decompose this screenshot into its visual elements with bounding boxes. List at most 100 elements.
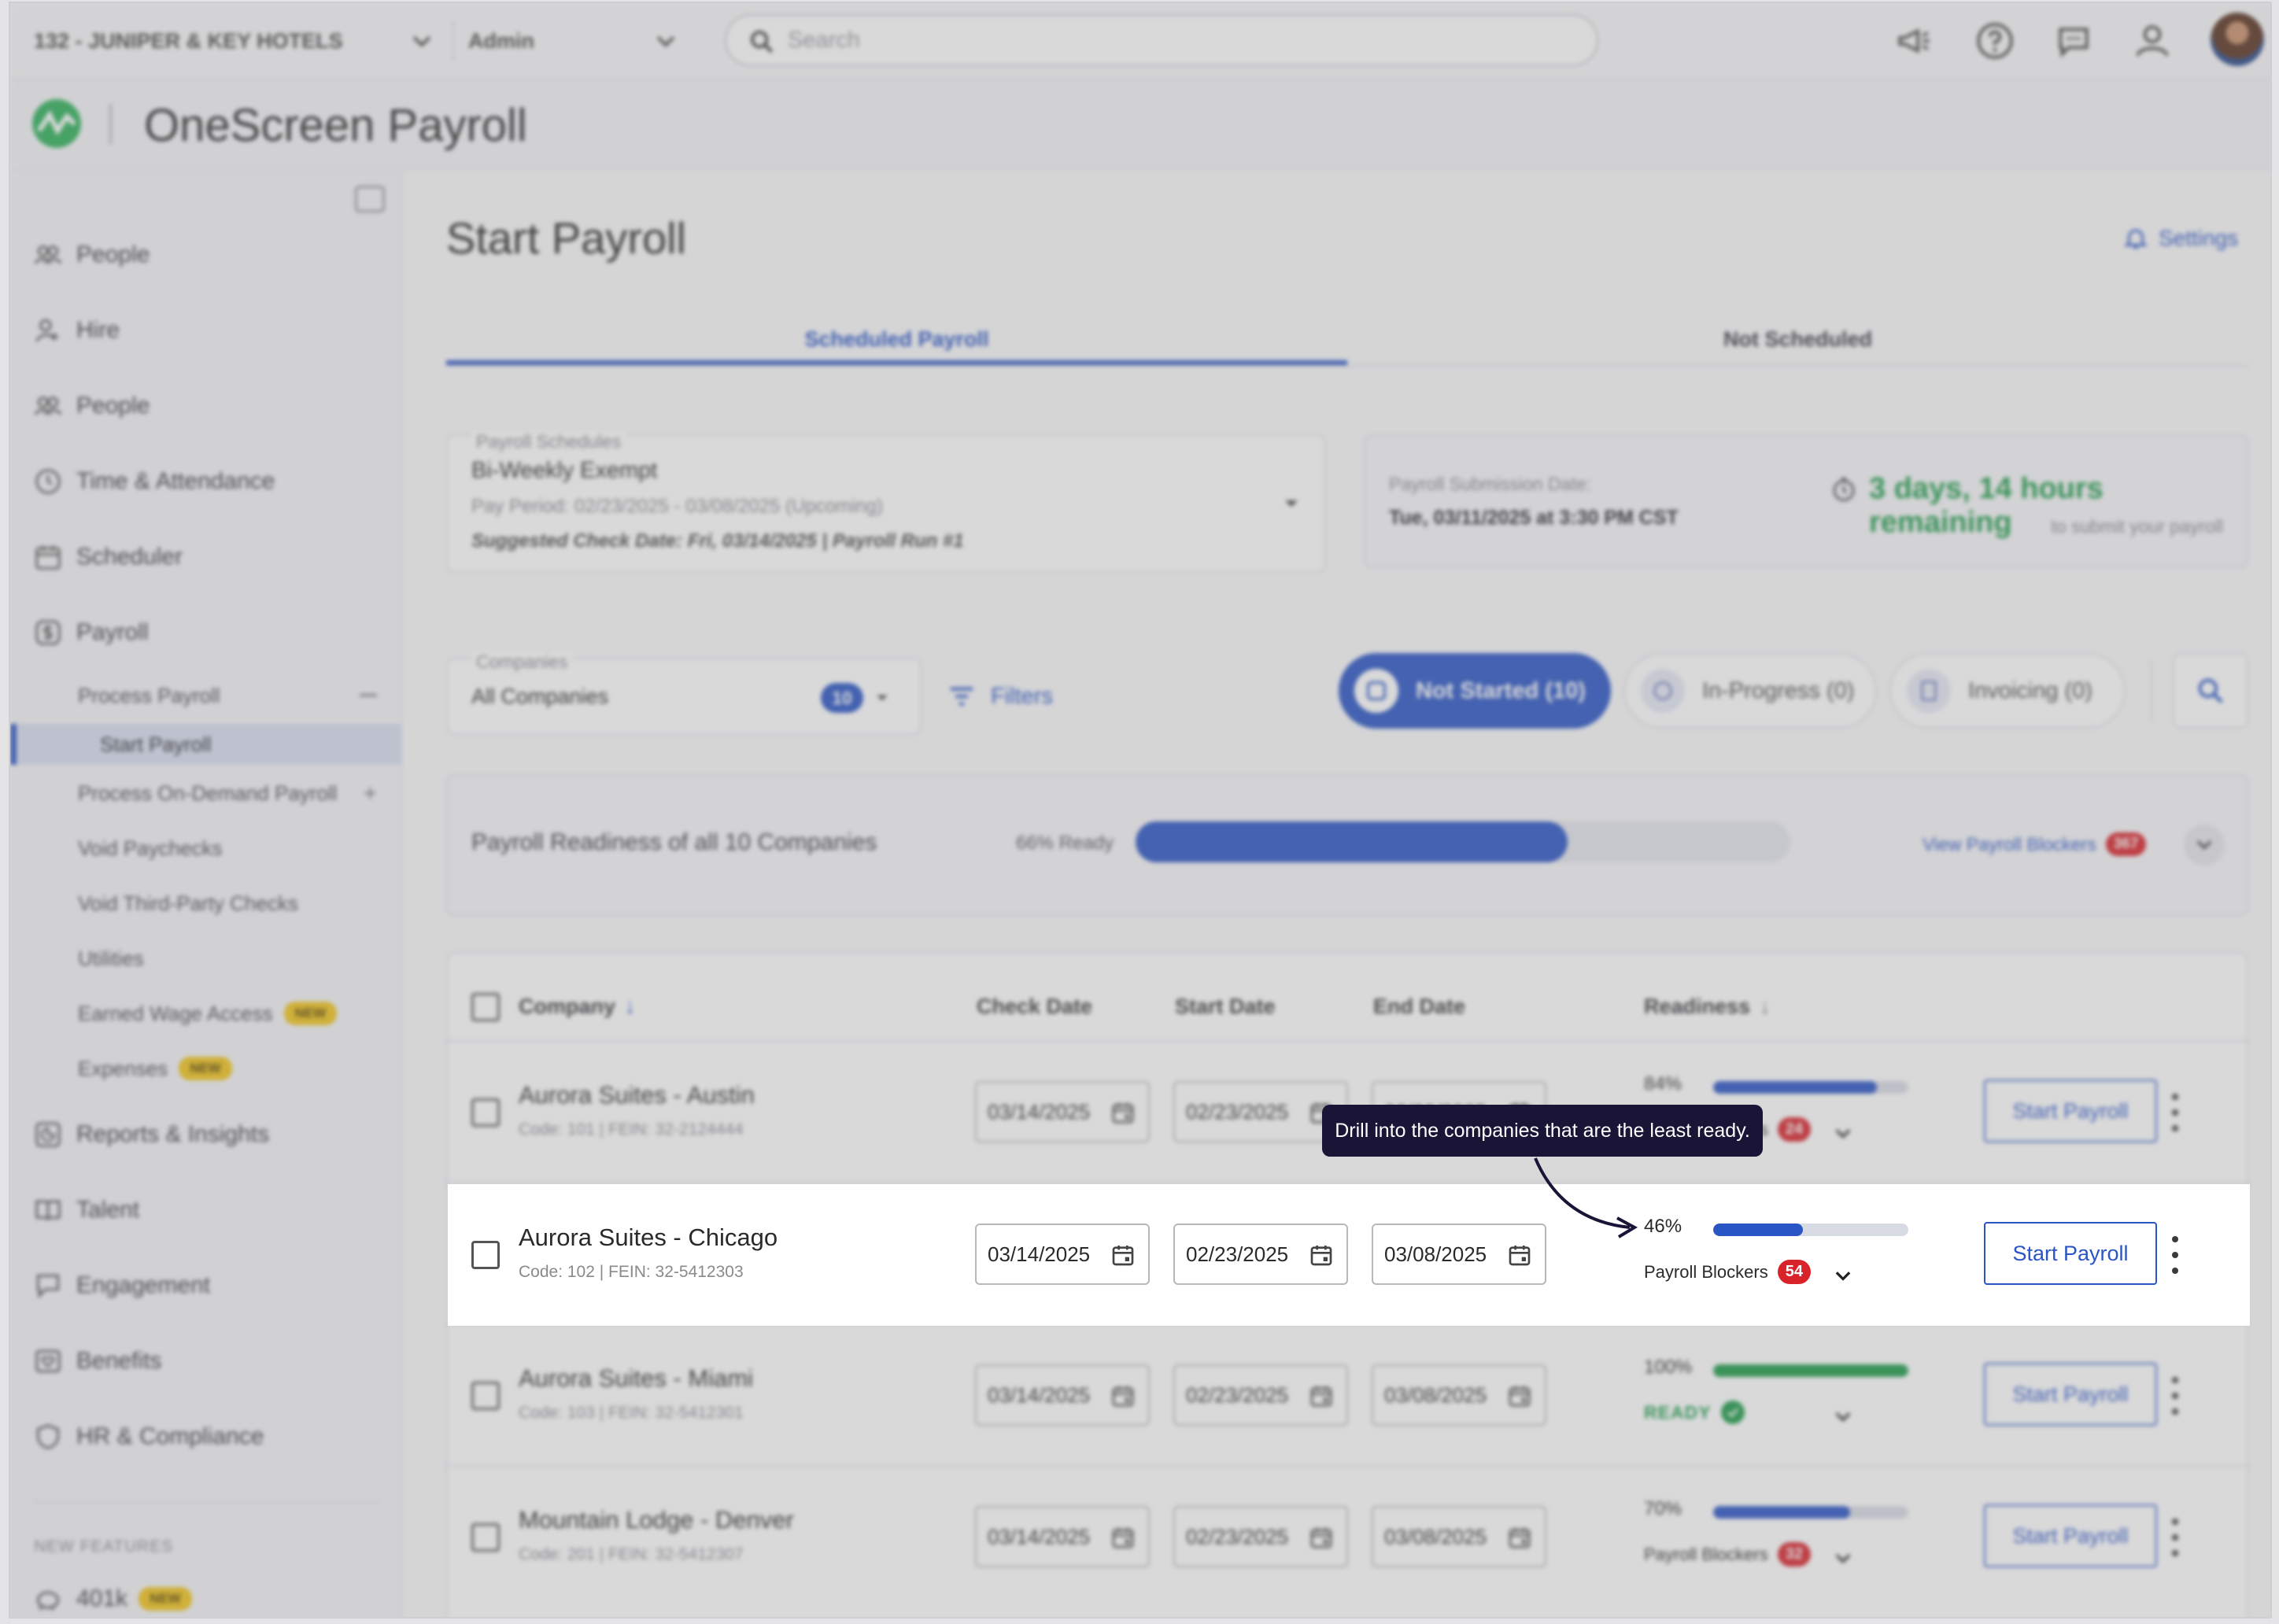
start-date-input[interactable]: 02/23/2025 [1173, 1506, 1348, 1567]
sidebar-item-label: Scheduler [76, 544, 183, 570]
collapse-minus-icon[interactable] [360, 694, 377, 696]
company-select[interactable]: 132 - JUNIPER & KEY HOTELS [34, 17, 435, 65]
sidebar-subitem-void-third-party[interactable]: Void Third-Party Checks [78, 883, 298, 924]
expand-row-button[interactable] [1825, 1541, 1861, 1577]
tab-scheduled-payroll[interactable]: Scheduled Payroll [446, 319, 1347, 365]
calendar-icon[interactable] [1110, 1525, 1136, 1550]
sidebar-subitem-start-payroll[interactable]: Start Payroll [10, 724, 402, 765]
row-checkbox[interactable] [471, 1382, 500, 1410]
sidebar-item-label: Time & Attendance [76, 468, 275, 494]
sidebar-item-hire[interactable]: Hire [32, 307, 120, 354]
sidebar-subitem-on-demand-payroll[interactable]: Process On-Demand Payroll + [78, 773, 377, 814]
calendar-icon[interactable] [1309, 1525, 1334, 1550]
more-options-icon[interactable] [2163, 1514, 2187, 1561]
end-date-input[interactable]: 03/08/2025 [1372, 1224, 1546, 1285]
calendar-icon[interactable] [1110, 1100, 1136, 1125]
sidebar-item-401k[interactable]: 401k NEW [32, 1575, 192, 1617]
start-date-input[interactable]: 02/23/2025 [1173, 1364, 1348, 1426]
select-all-checkbox[interactable] [471, 993, 500, 1021]
tab-not-scheduled[interactable]: Not Scheduled [1347, 319, 2248, 365]
check-date-input[interactable]: 03/14/2025 [975, 1364, 1150, 1426]
help-icon[interactable] [1973, 19, 2017, 63]
company-name[interactable]: Aurora Suites - Austin [519, 1081, 755, 1109]
sidebar-subitem-utilities[interactable]: Utilities [78, 938, 144, 979]
calendar-icon[interactable] [1507, 1242, 1532, 1268]
calendar-icon[interactable] [1110, 1242, 1136, 1268]
sidebar-subitem-label: Process On-Demand Payroll [78, 781, 338, 805]
end-date-input[interactable]: 03/08/2025 [1372, 1364, 1546, 1426]
sidebar-subitem-label: Start Payroll [100, 732, 212, 756]
expand-row-button[interactable] [1825, 1399, 1861, 1435]
sidebar-item-people[interactable]: People [32, 231, 150, 279]
settings-link[interactable]: Settings [2122, 225, 2238, 252]
check-date-input[interactable]: 03/14/2025 [975, 1224, 1150, 1285]
calendar-icon[interactable] [1110, 1383, 1136, 1408]
sidebar-item-time-attendance[interactable]: Time & Attendance [32, 458, 275, 505]
payroll-schedule-select[interactable]: Payroll Schedules Bi-Weekly Exempt Pay P… [446, 431, 1326, 573]
start-payroll-button[interactable]: Start Payroll [1984, 1504, 2157, 1567]
start-payroll-button[interactable]: Start Payroll [1984, 1080, 2157, 1142]
row-checkbox[interactable] [471, 1241, 500, 1269]
account-icon[interactable] [2130, 19, 2174, 63]
start-payroll-button[interactable]: Start Payroll [1984, 1222, 2157, 1285]
companies-select[interactable]: Companies All Companies 10 [446, 651, 922, 735]
payroll-blockers[interactable]: Payroll Blockers 32 [1644, 1542, 1811, 1567]
date-value: 02/23/2025 [1186, 1242, 1289, 1266]
payroll-blockers[interactable]: Payroll Blockers 54 [1644, 1260, 1811, 1284]
more-options-icon[interactable] [2163, 1089, 2187, 1136]
calendar-icon[interactable] [1309, 1383, 1334, 1408]
not-started-icon [1354, 669, 1398, 713]
calendar-icon[interactable] [1507, 1525, 1532, 1550]
expand-plus-icon[interactable]: + [363, 781, 377, 807]
role-select[interactable]: Admin [468, 17, 679, 65]
sidebar-item-scheduler[interactable]: Scheduler [32, 533, 183, 581]
readiness-percent: 100% [1644, 1356, 1693, 1378]
sidebar-item-talent[interactable]: Talent [32, 1187, 139, 1234]
submission-card: Payroll Submission Date: Tue, 03/11/2025… [1364, 434, 2248, 568]
company-name[interactable]: Mountain Lodge - Denver [519, 1506, 794, 1534]
search-input[interactable]: Search [725, 14, 1598, 66]
view-blockers-link[interactable]: View Payroll Blockers 367 [1923, 832, 2147, 856]
sidebar-subitem-process-payroll[interactable]: Process Payroll [78, 675, 377, 716]
row-checkbox[interactable] [471, 1523, 500, 1552]
filters-button[interactable]: Filters [947, 681, 1053, 711]
company-name[interactable]: Aurora Suites - Chicago [519, 1224, 778, 1252]
status-pill-not-started[interactable]: Not Started (10) [1339, 653, 1611, 729]
company-name[interactable]: Aurora Suites - Miami [519, 1364, 753, 1393]
end-date-input[interactable]: 03/08/2025 [1372, 1506, 1546, 1567]
status-pill-invoicing[interactable]: Invoicing (0) [1889, 653, 2126, 729]
sidebar-item-hr-compliance[interactable]: HR & Compliance [32, 1413, 264, 1460]
column-header-label: Company [519, 995, 616, 1018]
caret-down-icon [1285, 500, 1298, 507]
status-pill-in-progress[interactable]: In-Progress (0) [1623, 653, 1877, 729]
calendar-icon[interactable] [1507, 1383, 1532, 1408]
row-checkbox[interactable] [471, 1098, 500, 1127]
start-payroll-button[interactable]: Start Payroll [1984, 1363, 2157, 1426]
more-options-icon[interactable] [2163, 1372, 2187, 1419]
sidebar-item-label: Hire [76, 317, 120, 343]
sidebar-subitem-expenses[interactable]: Expenses NEW [78, 1048, 232, 1089]
calendar-icon[interactable] [1309, 1242, 1334, 1268]
sidebar-subitem-earned-wage-access[interactable]: Earned Wage Access NEW [78, 993, 338, 1034]
readiness-percent: 84% [1644, 1073, 1682, 1094]
collapse-sidebar-icon[interactable] [355, 186, 385, 212]
expand-row-button[interactable] [1825, 1258, 1861, 1294]
sidebar-item-engagement[interactable]: Engagement [32, 1262, 210, 1309]
column-header-company[interactable]: Company ↓ [519, 995, 636, 1019]
expand-row-button[interactable] [1825, 1116, 1861, 1152]
table-search-button[interactable] [2173, 653, 2248, 729]
check-date-input[interactable]: 03/14/2025 [975, 1081, 1150, 1142]
megaphone-icon[interactable] [1893, 19, 1937, 63]
avatar[interactable] [2211, 13, 2264, 66]
more-options-icon[interactable] [2163, 1231, 2187, 1279]
sidebar-item-benefits[interactable]: Benefits [32, 1338, 161, 1385]
sidebar-item-people-2[interactable]: People [32, 382, 150, 430]
expand-summary-button[interactable] [2184, 825, 2225, 866]
start-date-input[interactable]: 02/23/2025 [1173, 1224, 1348, 1285]
chat-icon[interactable] [2052, 19, 2096, 63]
sidebar-item-payroll[interactable]: Payroll [32, 609, 149, 656]
check-date-input[interactable]: 03/14/2025 [975, 1506, 1150, 1567]
sidebar-subitem-void-paychecks[interactable]: Void Paychecks [78, 828, 223, 869]
column-header-readiness[interactable]: Readiness ↓ [1644, 995, 1771, 1019]
sidebar-item-reports[interactable]: Reports & Insights [32, 1111, 269, 1158]
